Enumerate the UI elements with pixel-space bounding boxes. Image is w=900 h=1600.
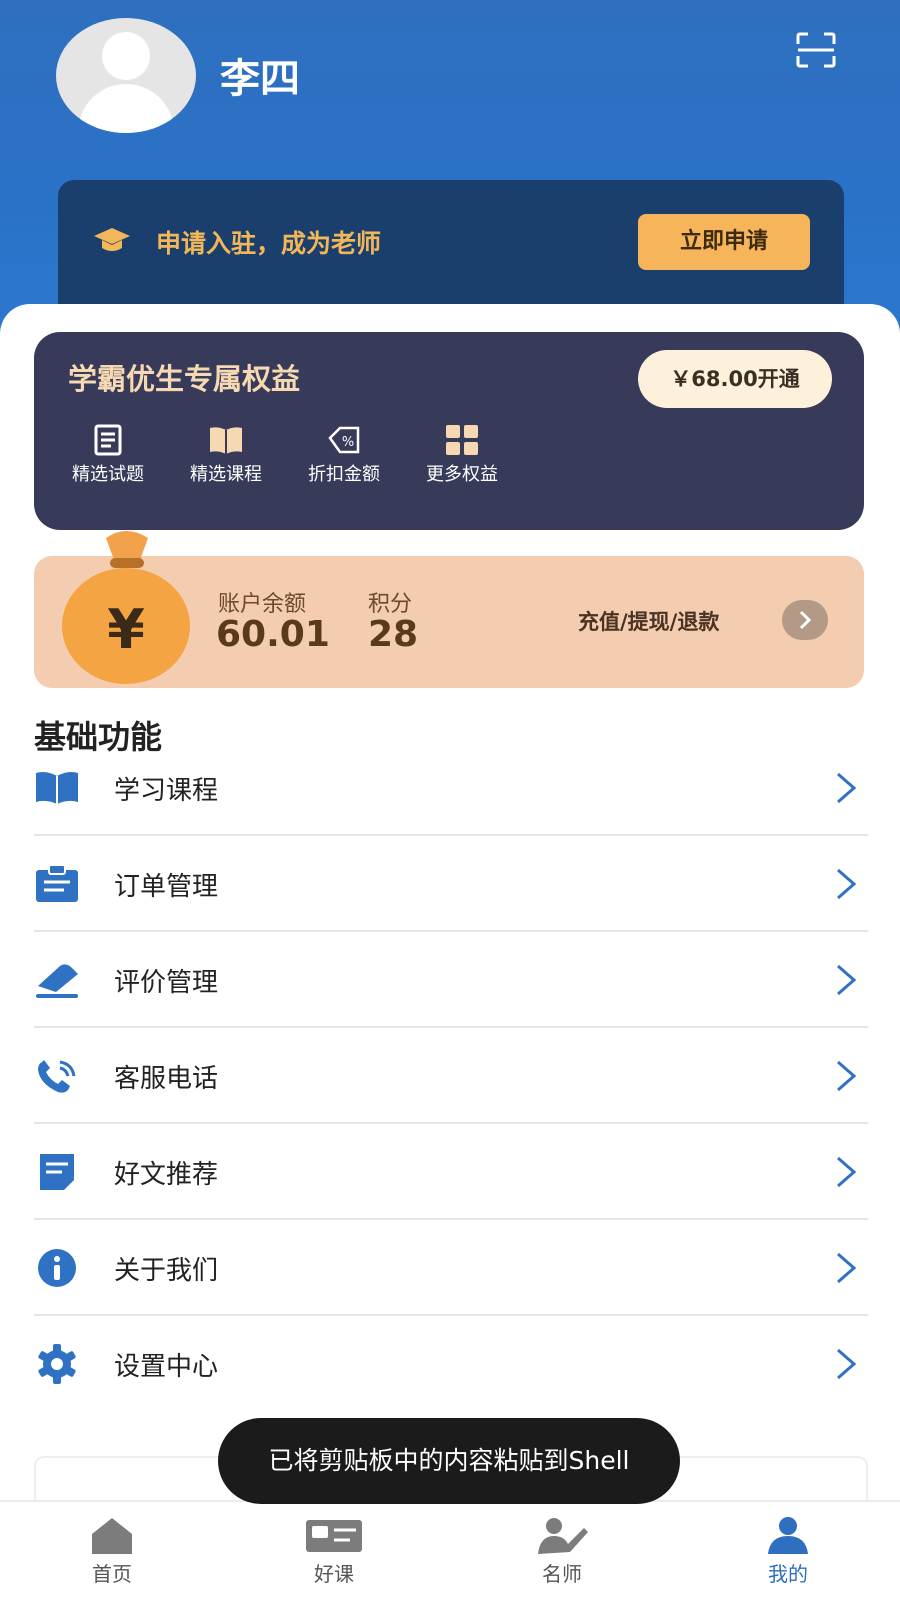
chevron-right-icon: [837, 1348, 857, 1380]
benefit-courses[interactable]: 精选课程: [176, 424, 276, 486]
avatar-body: [78, 84, 174, 133]
benefit-label: 精选课程: [190, 464, 262, 485]
menu-item-about-us[interactable]: 关于我们: [34, 1220, 868, 1316]
chevron-right-icon: [837, 964, 857, 996]
bottom-tab-bar: 首页 好课 名师 我的: [0, 1500, 900, 1600]
menu-item-orders[interactable]: 订单管理: [34, 836, 868, 932]
menu-item-articles[interactable]: 好文推荐: [34, 1124, 868, 1220]
discount-tag-icon: %: [328, 426, 360, 454]
clipboard-icon: [36, 864, 78, 902]
balance-value: 60.01: [216, 614, 330, 655]
menu-label: 关于我们: [114, 1256, 219, 1286]
tab-label: 名师: [542, 1562, 582, 1586]
menu-label: 订单管理: [114, 872, 219, 902]
apply-text: 申请入驻，成为老师: [156, 229, 382, 258]
benefit-discount[interactable]: % 折扣金额: [294, 424, 394, 486]
svg-text:¥: ¥: [107, 598, 145, 661]
menu-label: 评价管理: [114, 968, 219, 998]
vip-title: 学霸优生专属权益: [68, 362, 301, 396]
username: 李四: [220, 56, 300, 102]
graduation-cap-icon: [94, 228, 130, 251]
info-icon: [38, 1249, 76, 1287]
grid-icon: [446, 425, 478, 455]
course-icon: [306, 1520, 362, 1552]
menu-label: 好文推荐: [114, 1160, 219, 1190]
money-bag-icon: ¥: [62, 531, 190, 684]
menu-label: 客服电话: [114, 1064, 219, 1094]
recharge-withdraw-refund-link[interactable]: 充值/提现/退款: [578, 606, 719, 636]
open-book-icon: [36, 772, 78, 804]
chevron-right-icon: [799, 610, 812, 630]
tab-label: 我的: [768, 1562, 808, 1586]
benefit-question-bank[interactable]: 精选试题: [58, 424, 158, 486]
teacher-icon: [538, 1518, 588, 1554]
menu-item-courses[interactable]: 学习课程: [34, 740, 868, 836]
tab-home[interactable]: 首页: [52, 1502, 172, 1600]
chevron-right-icon: [837, 772, 857, 804]
chevron-right-icon: [837, 1156, 857, 1188]
tab-label: 好课: [314, 1562, 354, 1586]
benefit-more[interactable]: 更多权益: [412, 424, 512, 486]
scan-icon[interactable]: [796, 32, 836, 68]
account-balance-card: ¥ 账户余额 60.01 积分 28 充值/提现/退款: [34, 531, 864, 688]
tab-teachers[interactable]: 名师: [502, 1502, 622, 1600]
benefit-label: 更多权益: [426, 464, 498, 485]
phone-icon: [38, 1060, 76, 1093]
tab-mine[interactable]: 我的: [728, 1502, 848, 1600]
review-icon: [36, 964, 78, 998]
menu-item-customer-service[interactable]: 客服电话: [34, 1028, 868, 1124]
tab-courses[interactable]: 好课: [274, 1502, 394, 1600]
tab-label: 首页: [92, 1562, 132, 1586]
svg-text:%: %: [342, 435, 354, 450]
question-bank-icon: [94, 424, 122, 456]
toast-message: 已将剪贴板中的内容粘贴到Shell: [218, 1418, 680, 1504]
avatar[interactable]: [56, 18, 196, 133]
vip-activate-button[interactable]: ￥68.00开通: [638, 350, 832, 408]
points-value: 28: [368, 614, 419, 655]
menu-label: 学习课程: [114, 776, 219, 806]
book-icon: [210, 427, 242, 454]
chevron-right-icon: [837, 1060, 857, 1092]
profile-icon: [768, 1517, 808, 1554]
benefit-label: 折扣金额: [308, 464, 380, 485]
chevron-right-icon: [837, 868, 857, 900]
home-icon: [92, 1518, 132, 1554]
apply-now-button[interactable]: 立即申请: [638, 214, 810, 270]
settings-gear-icon: [38, 1344, 76, 1384]
vip-benefits-card: 学霸优生专属权益 ￥68.00开通 精选试题 精选课程 % 折扣金额 更多权益: [34, 332, 864, 530]
menu-label: 设置中心: [114, 1352, 219, 1382]
chevron-right-icon: [837, 1252, 857, 1284]
recharge-arrow-button[interactable]: [782, 600, 828, 640]
benefit-label: 精选试题: [72, 464, 144, 485]
menu-item-settings[interactable]: 设置中心: [34, 1316, 868, 1412]
avatar-head: [102, 32, 150, 80]
article-icon: [40, 1154, 74, 1190]
menu-item-reviews[interactable]: 评价管理: [34, 932, 868, 1028]
